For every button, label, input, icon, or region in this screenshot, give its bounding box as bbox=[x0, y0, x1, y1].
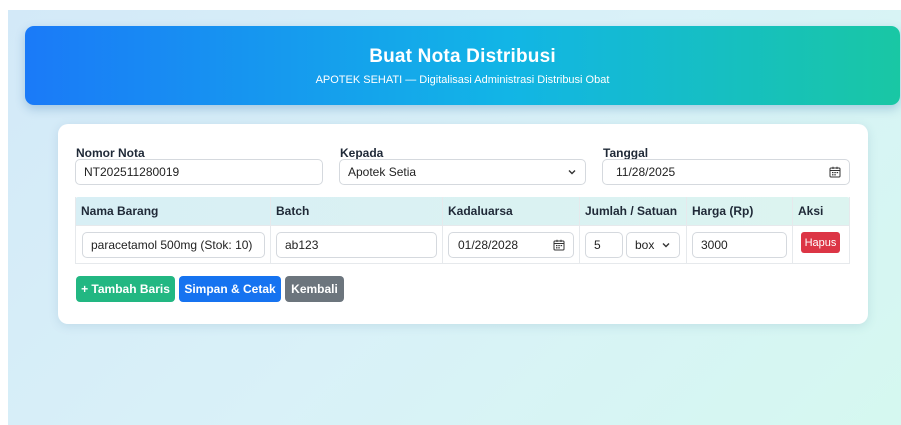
hapus-button[interactable]: Hapus bbox=[801, 232, 840, 253]
kadaluarsa-value: 01/28/2028 bbox=[458, 238, 519, 252]
table-column-divider bbox=[792, 197, 793, 264]
table-column-divider bbox=[270, 197, 271, 264]
calendar-icon[interactable] bbox=[829, 166, 841, 178]
table-column-divider bbox=[442, 197, 443, 264]
tambah-baris-button[interactable]: + Tambah Baris bbox=[76, 276, 175, 302]
kadaluarsa-date-input[interactable]: 01/28/2028 bbox=[448, 232, 574, 258]
page-header: Buat Nota Distribusi APOTEK SEHATI — Dig… bbox=[25, 26, 900, 105]
nama-barang-input[interactable] bbox=[82, 232, 265, 258]
batch-input[interactable] bbox=[276, 232, 437, 258]
nota-form-card: Nomor Nota Kepada Apotek Setia Tanggal 1… bbox=[58, 124, 868, 324]
harga-input[interactable] bbox=[692, 232, 787, 258]
page-title: Buat Nota Distribusi bbox=[369, 46, 556, 67]
calendar-icon[interactable] bbox=[553, 239, 565, 251]
kembali-button[interactable]: Kembali bbox=[285, 276, 344, 302]
table-column-divider bbox=[686, 197, 687, 264]
tanggal-label: Tanggal bbox=[603, 146, 649, 160]
items-table-header: Nama Barang Batch Kadaluarsa Jumlah / Sa… bbox=[75, 197, 850, 226]
chevron-down-icon bbox=[568, 170, 576, 175]
nomor-nota-label: Nomor Nota bbox=[76, 146, 145, 160]
table-border-right bbox=[849, 197, 850, 264]
col-header-nama-barang: Nama Barang bbox=[81, 204, 159, 218]
table-column-divider bbox=[579, 197, 580, 264]
jumlah-input[interactable] bbox=[585, 232, 623, 258]
satuan-select[interactable]: box bbox=[626, 232, 680, 258]
kepada-select[interactable]: Apotek Setia bbox=[339, 159, 586, 185]
tanggal-date-input[interactable]: 11/28/2025 bbox=[602, 159, 850, 185]
col-header-kadaluarsa: Kadaluarsa bbox=[448, 204, 513, 218]
col-header-batch: Batch bbox=[276, 204, 310, 218]
simpan-cetak-button[interactable]: Simpan & Cetak bbox=[179, 276, 281, 302]
kepada-label: Kepada bbox=[340, 146, 384, 160]
kepada-select-value: Apotek Setia bbox=[348, 165, 417, 179]
page-subtitle: APOTEK SEHATI — Digitalisasi Administras… bbox=[315, 74, 610, 86]
nomor-nota-input[interactable] bbox=[75, 159, 323, 185]
table-header-divider bbox=[75, 225, 850, 226]
col-header-harga: Harga (Rp) bbox=[692, 204, 754, 218]
table-bottom-border bbox=[75, 263, 850, 264]
satuan-select-value: box bbox=[635, 238, 655, 252]
col-header-jumlah-satuan: Jumlah / Satuan bbox=[585, 204, 678, 218]
table-border-left bbox=[75, 197, 76, 264]
col-header-aksi: Aksi bbox=[798, 204, 824, 218]
tanggal-value: 11/28/2025 bbox=[616, 165, 676, 179]
chevron-down-icon bbox=[662, 243, 670, 248]
